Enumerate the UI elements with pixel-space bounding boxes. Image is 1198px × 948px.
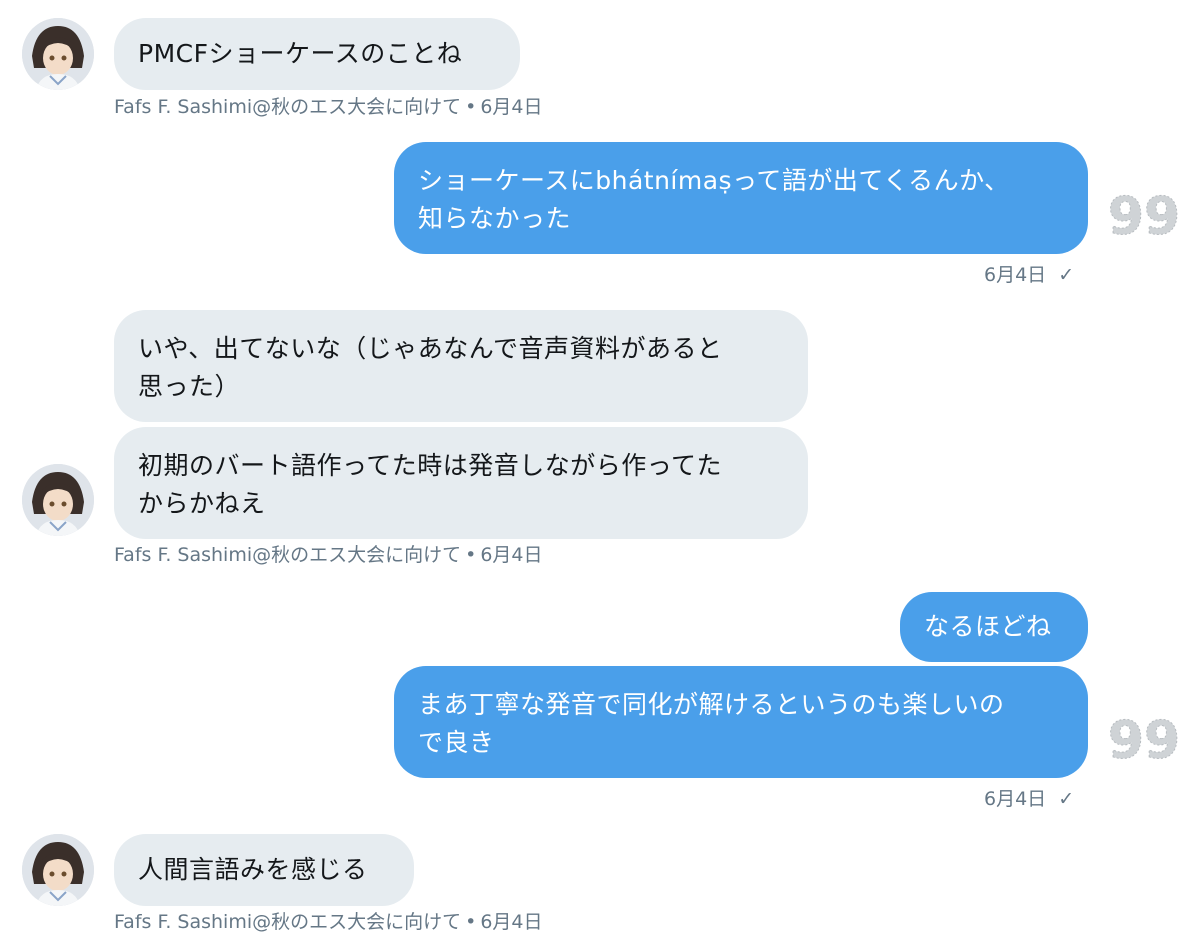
message-bubble-outgoing[interactable]: ショーケースにbhátnímaṣって語が出てくるんか、 知らなかった: [394, 142, 1088, 254]
dm-conversation: PMCFショーケースのことね Fafs F. Sashimi@秋のエス大会に向け…: [0, 0, 1198, 948]
message-text-line: からかねえ: [138, 489, 266, 518]
message-text-line: まあ丁寧な発音で同化が解けるというのも楽しいの: [418, 690, 1005, 719]
message-meta: 6月4日 ✓: [984, 787, 1074, 811]
svg-text:99: 99: [1108, 188, 1180, 244]
avatar[interactable]: [22, 18, 94, 90]
message-bubble-outgoing[interactable]: まあ丁寧な発音で同化が解けるというのも楽しいの で良き: [394, 666, 1088, 778]
message-text-line: 人間言語みを感じる: [138, 855, 368, 884]
message-text-line: いや、出てないな（じゃあなんで音声資料があると: [138, 334, 723, 363]
sender-name[interactable]: Fafs F. Sashimi@秋のエス大会に向けて: [114, 96, 461, 118]
message-meta: Fafs F. Sashimi@秋のエス大会に向けて • 6月4日: [114, 95, 543, 119]
avatar[interactable]: [22, 464, 94, 536]
message-text-line: 思った）: [138, 372, 241, 401]
message-bubble-incoming[interactable]: 初期のバート語作ってた時は発音しながら作ってた からかねえ: [114, 427, 808, 539]
message-bubble-incoming[interactable]: いや、出てないな（じゃあなんで音声資料があると 思った）: [114, 310, 808, 422]
message-meta: Fafs F. Sashimi@秋のエス大会に向けて • 6月4日: [114, 543, 543, 567]
message-bubble-outgoing[interactable]: なるほどね: [900, 592, 1088, 662]
check-icon: ✓: [1058, 788, 1075, 810]
message-text-line: 初期のバート語作ってた時は発音しながら作ってた: [138, 451, 723, 480]
meta-separator: •: [465, 544, 477, 566]
message-date: 6月4日: [480, 96, 543, 118]
message-date: 6月4日: [984, 264, 1047, 286]
quote-99-icon: 99: [1108, 712, 1180, 768]
message-text-line: で良き: [418, 728, 495, 757]
sender-name[interactable]: Fafs F. Sashimi@秋のエス大会に向けて: [114, 911, 461, 933]
message-text-line: 知らなかった: [418, 204, 572, 233]
meta-separator: •: [465, 911, 477, 933]
message-date: 6月4日: [480, 544, 543, 566]
sender-name[interactable]: Fafs F. Sashimi@秋のエス大会に向けて: [114, 544, 461, 566]
svg-text:99: 99: [1108, 712, 1180, 768]
avatar[interactable]: [22, 834, 94, 906]
message-date: 6月4日: [984, 788, 1047, 810]
message-meta: Fafs F. Sashimi@秋のエス大会に向けて • 6月4日: [114, 910, 543, 934]
meta-separator: •: [465, 96, 477, 118]
message-bubble-incoming[interactable]: 人間言語みを感じる: [114, 834, 414, 906]
check-icon: ✓: [1058, 264, 1075, 286]
message-text-line: PMCFショーケースのことね: [138, 39, 463, 68]
message-meta: 6月4日 ✓: [984, 263, 1074, 287]
message-date: 6月4日: [480, 911, 543, 933]
message-text-line: ショーケースにbhátnímaṣって語が出てくるんか、: [418, 166, 1010, 195]
message-bubble-incoming[interactable]: PMCFショーケースのことね: [114, 18, 520, 90]
message-text-line: なるほどね: [924, 612, 1052, 641]
quote-99-icon: 99: [1108, 188, 1180, 244]
